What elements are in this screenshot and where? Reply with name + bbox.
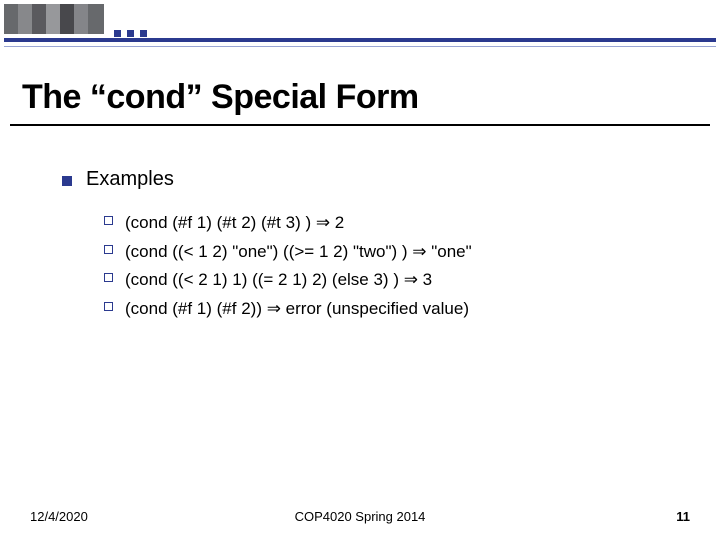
- bullet-hollow-icon: [104, 216, 113, 225]
- bullet-hollow-icon: [104, 302, 113, 311]
- example-text: (cond ((< 1 2) "one") ((>= 1 2) "two") )…: [125, 240, 472, 265]
- footer: 12/4/2020 COP4020 Spring 2014 11: [0, 509, 720, 524]
- example-list: (cond (#f 1) (#t 2) (#t 3) ) ⇒ 2 (cond (…: [104, 211, 690, 322]
- list-item: (cond ((< 1 2) "one") ((>= 1 2) "two") )…: [104, 240, 690, 265]
- header-rule-thin: [4, 46, 716, 47]
- example-text: (cond (#f 1) (#f 2)) ⇒ error (unspecifie…: [125, 297, 469, 322]
- example-text: (cond ((< 2 1) 1) ((= 2 1) 2) (else 3) )…: [125, 268, 432, 293]
- slide-title: The “cond” Special Form: [22, 78, 419, 117]
- footer-course: COP4020 Spring 2014: [295, 509, 426, 524]
- footer-page-number: 11: [676, 509, 690, 524]
- slide-body: Examples (cond (#f 1) (#t 2) (#t 3) ) ⇒ …: [62, 168, 690, 326]
- section-heading: Examples: [86, 168, 174, 191]
- header-rule-thick: [4, 38, 716, 42]
- slide: The “cond” Special Form Examples (cond (…: [0, 0, 720, 540]
- footer-date: 12/4/2020: [30, 509, 88, 524]
- title-underline: [10, 124, 710, 126]
- section-heading-row: Examples: [62, 168, 690, 191]
- header-image: [4, 4, 104, 34]
- bullet-hollow-icon: [104, 245, 113, 254]
- header-dots: [114, 30, 147, 37]
- bullet-square-icon: [62, 176, 72, 186]
- bullet-hollow-icon: [104, 273, 113, 282]
- example-text: (cond (#f 1) (#t 2) (#t 3) ) ⇒ 2: [125, 211, 344, 236]
- top-decoration: [4, 4, 716, 34]
- list-item: (cond (#f 1) (#f 2)) ⇒ error (unspecifie…: [104, 297, 690, 322]
- list-item: (cond ((< 2 1) 1) ((= 2 1) 2) (else 3) )…: [104, 268, 690, 293]
- list-item: (cond (#f 1) (#t 2) (#t 3) ) ⇒ 2: [104, 211, 690, 236]
